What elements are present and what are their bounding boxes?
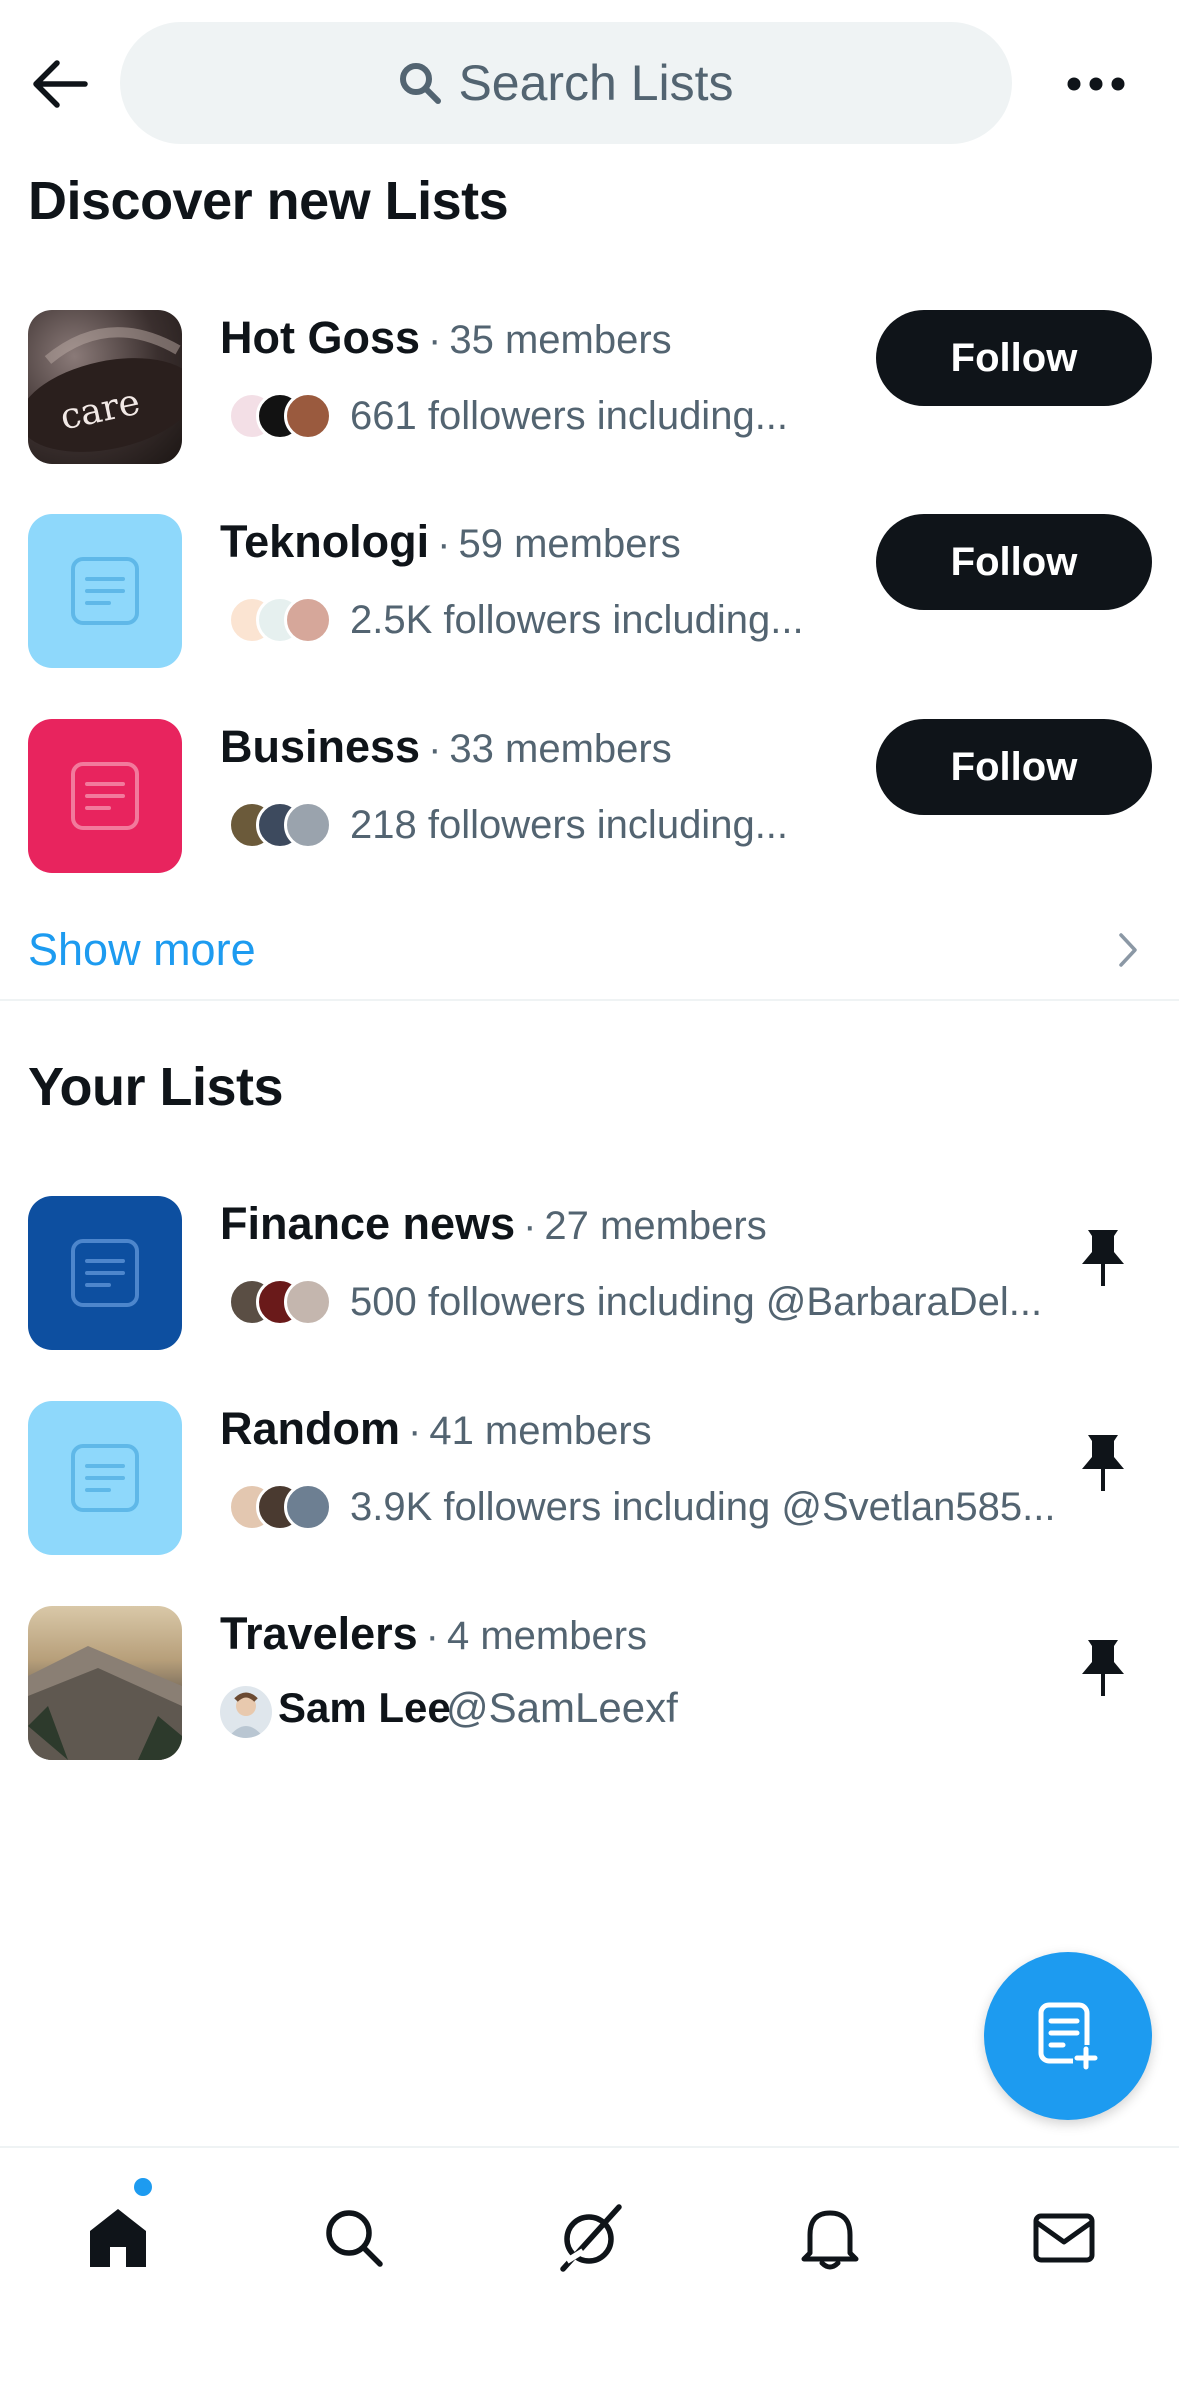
list-item[interactable]: Random · 41 members 3.9K followers includi… [0, 1401, 1179, 1561]
separator: · [428, 318, 442, 362]
search-input[interactable]: Search Lists [120, 22, 1012, 144]
follow-button[interactable]: Follow [876, 514, 1152, 610]
pin-icon[interactable] [1076, 1431, 1130, 1495]
list-icon [71, 762, 139, 830]
more-options-button[interactable] [1060, 52, 1132, 116]
followers-text: 661 followers including... [350, 393, 789, 438]
list-item[interactable]: Travelers · 4 members Sam Lee @SamLeexf [0, 1606, 1179, 1766]
avatar [284, 392, 332, 440]
list-members: 35 members [449, 318, 672, 362]
more-horizontal-icon [1067, 77, 1125, 91]
separator: · [408, 1409, 422, 1453]
chevron-right-icon [1119, 933, 1137, 967]
list-members: 59 members [458, 522, 681, 566]
separator: · [523, 1204, 537, 1248]
nav-search[interactable] [294, 2178, 414, 2298]
show-more-link[interactable]: Show more [0, 900, 1179, 1000]
list-thumbnail: care [28, 310, 182, 464]
discover-section-title: Discover new Lists [28, 171, 509, 231]
top-bar: Search Lists [0, 0, 1179, 166]
list-icon [71, 557, 139, 625]
list-icon [71, 1444, 139, 1512]
list-name: Travelers [220, 1608, 418, 1659]
new-list-icon [1038, 2002, 1099, 2071]
list-thumbnail [28, 1196, 182, 1350]
owner-name: Sam Lee [278, 1684, 451, 1731]
list-members: 41 members [429, 1409, 652, 1453]
avatar [284, 801, 332, 849]
followers-text: 2.5K followers including... [350, 597, 804, 642]
bell-icon [801, 2210, 859, 2270]
section-divider [0, 999, 1179, 1001]
bottom-nav [0, 2146, 1179, 2396]
list-members: 27 members [544, 1204, 767, 1248]
search-icon [326, 2210, 383, 2267]
avatar [284, 1278, 332, 1326]
list-name: Teknologi [220, 516, 430, 567]
nav-messages[interactable] [1004, 2178, 1124, 2298]
your-lists-section-title: Your Lists [28, 1057, 284, 1117]
separator: · [437, 522, 451, 566]
list-name: Business [220, 721, 421, 772]
followers-text: 500 followers including @BarbaraDel... [350, 1279, 1043, 1324]
follow-button[interactable]: Follow [876, 719, 1152, 815]
followers-text: 218 followers including... [350, 802, 789, 847]
back-button[interactable] [28, 52, 92, 116]
followers-text: 3.9K followers including @Svetlan585... [350, 1484, 1056, 1529]
list-thumbnail [28, 1401, 182, 1555]
unread-indicator [134, 2178, 152, 2196]
travel-photo-image [28, 1646, 182, 1760]
nav-grok[interactable] [530, 2178, 650, 2298]
owner-handle: @SamLeexf [446, 1684, 678, 1731]
list-name: Random [220, 1403, 400, 1454]
show-more-label: Show more [28, 924, 256, 975]
pin-icon[interactable] [1076, 1226, 1130, 1290]
list-thumbnail [28, 1606, 182, 1760]
list-name: Hot Goss [220, 312, 421, 363]
list-thumbnail [28, 719, 182, 873]
list-photo-image: care [28, 327, 182, 452]
list-name: Finance news [220, 1198, 516, 1249]
follower-avatars [220, 592, 340, 648]
list-members: 33 members [449, 727, 672, 771]
nav-notifications[interactable] [770, 2178, 890, 2298]
list-item[interactable]: Teknologi · 59 members 2.5K followers incl… [0, 514, 1179, 674]
avatar [284, 1483, 332, 1531]
avatar [220, 1686, 272, 1738]
follower-avatars [220, 797, 340, 853]
list-item[interactable]: Business · 33 members 218 followers includ… [0, 719, 1179, 879]
separator: · [428, 727, 442, 771]
search-icon [400, 63, 442, 104]
follower-avatars [220, 388, 340, 444]
grok-icon [560, 2204, 622, 2272]
arrow-left-icon [33, 60, 88, 108]
follow-button[interactable]: Follow [876, 310, 1152, 406]
create-list-button[interactable] [984, 1952, 1152, 2120]
list-item[interactable]: care Hot Goss · 35 members 661 followers i… [0, 310, 1179, 470]
mail-icon [1033, 2213, 1095, 2263]
separator: · [425, 1614, 439, 1658]
avatar [284, 596, 332, 644]
list-item[interactable]: Finance news · 27 members 500 followers in… [0, 1196, 1179, 1356]
list-thumbnail [28, 514, 182, 668]
follower-avatars [220, 1274, 340, 1330]
follower-avatars [220, 1479, 340, 1535]
search-placeholder: Search Lists [458, 55, 734, 111]
pin-icon[interactable] [1076, 1636, 1130, 1700]
nav-home[interactable] [58, 2178, 178, 2298]
list-icon [71, 1239, 139, 1307]
home-icon [90, 2209, 146, 2267]
list-members: 4 members [447, 1614, 648, 1658]
